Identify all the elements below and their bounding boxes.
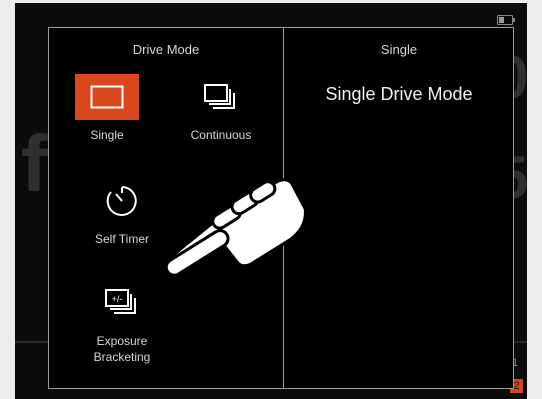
self-timer-icon: [106, 186, 137, 216]
background-aperture-glyph: f: [21, 119, 48, 208]
mode-exposure-bracketing-label: Exposure Bracketing: [93, 334, 151, 364]
mode-exposure-bracketing[interactable]: +/- Exposure Bracketing: [77, 280, 167, 365]
single-frame-icon: [90, 85, 124, 109]
camera-screen: f 0 5 1 2 Drive Mode Single Single Drive…: [15, 3, 527, 399]
continuous-frames-icon: [204, 84, 235, 109]
battery-icon: [497, 15, 515, 25]
exposure-bracketing-icon: +/-: [105, 289, 136, 314]
mode-continuous[interactable]: Continuous: [177, 74, 265, 143]
selected-mode-title: Single: [380, 42, 418, 57]
drive-mode-title: Drive Mode: [132, 42, 200, 57]
mode-single[interactable]: Single: [69, 74, 145, 143]
bracketing-icon-text: +/-: [112, 294, 123, 304]
mode-single-label: Single: [90, 128, 124, 142]
mode-continuous-label: Continuous: [190, 128, 252, 142]
drive-mode-panel: Drive Mode Single Single Drive Mode Sing…: [48, 27, 514, 389]
pointing-hand-icon: [164, 178, 307, 277]
selected-mode-description: Single Drive Mode: [325, 84, 473, 104]
